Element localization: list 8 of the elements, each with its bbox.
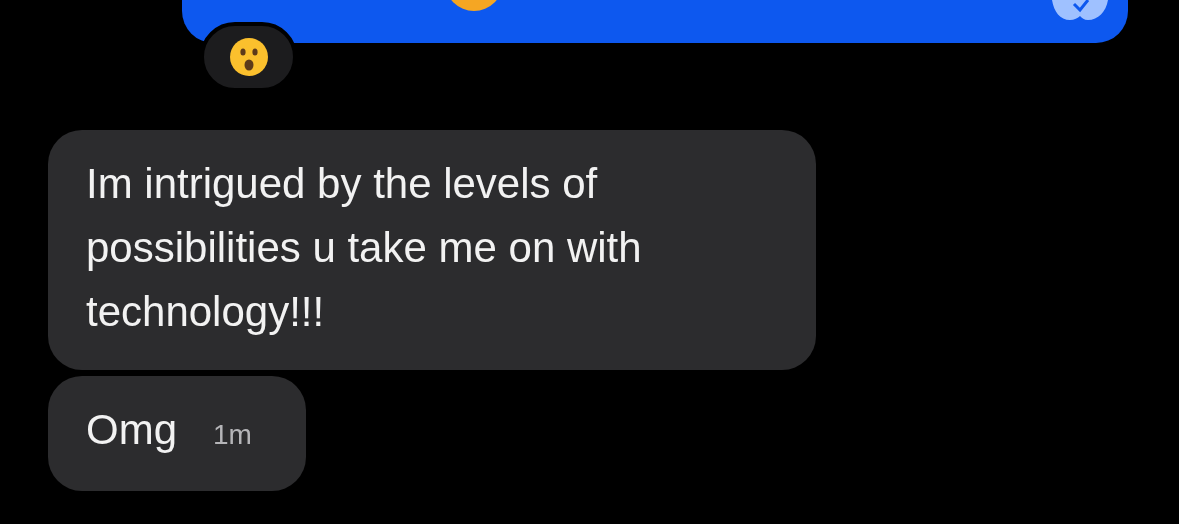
surprised-face-icon <box>228 37 269 77</box>
message-text: Omg <box>86 405 177 455</box>
message-time: 1m <box>213 418 252 452</box>
sent-message-bubble[interactable] <box>182 0 1128 43</box>
received-message-bubble[interactable]: Omg 1m <box>48 376 306 491</box>
received-message-bubble[interactable]: Im intrigued by the levels of possibilities u take me on with technology!!! <box>48 130 816 370</box>
message-text: Im intrigued by the levels of possibilities u take me on with technology!!! <box>86 159 643 337</box>
read-receipt-icon <box>1052 0 1108 22</box>
